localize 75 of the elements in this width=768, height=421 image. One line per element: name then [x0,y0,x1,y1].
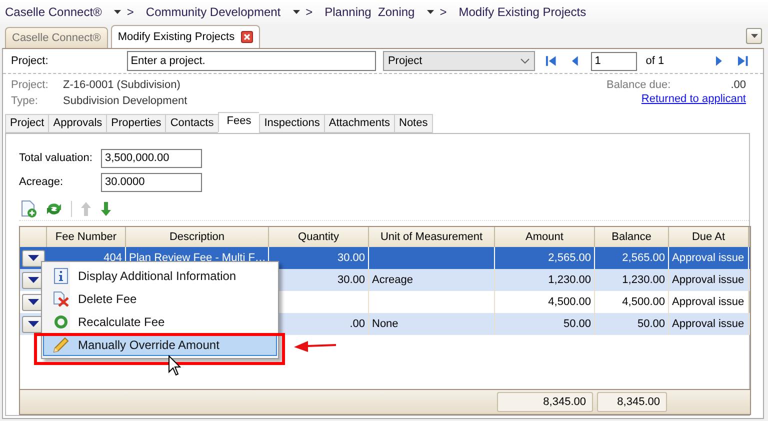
refresh-icon [54,314,68,328]
balance-due-label: Balance due: [606,79,671,92]
breadcrumb-link[interactable]: Caselle Connect® [5,5,102,19]
column-header[interactable]: Balance [595,227,669,248]
table-cell: Approval issue [669,313,749,335]
search-type-dropdown[interactable]: Project [382,51,536,72]
page-number-field[interactable]: 1 [590,52,637,71]
down-arrow-icon[interactable] [100,201,112,217]
project-label: Project: [11,55,50,68]
field-label: Total valuation: [19,152,94,164]
detail-tab[interactable]: Inspections [259,114,324,133]
annotation-arrow [294,340,336,354]
refresh-icon[interactable] [45,201,63,217]
column-header[interactable]: Amount [495,227,595,248]
previous-page-icon[interactable] [570,55,579,68]
caret-icon[interactable] [114,10,121,14]
breadcrumb-link[interactable]: Modify Existing Projects [458,5,586,19]
table-cell: Approval issue [669,269,749,291]
input-field[interactable]: 30.0000 [101,172,202,192]
breadcrumb-link[interactable]: Planning Zoning [324,5,415,19]
caret-icon [28,255,39,261]
project-label: Project: [11,79,50,92]
detail-tab[interactable]: Properties [106,114,166,133]
first-page-icon[interactable] [545,55,557,68]
type-label: Type: [11,95,39,108]
detail-tab[interactable]: Attachments [324,114,394,133]
breadcrumb-separator: > [440,5,447,19]
project-search-field[interactable]: Enter a project. [126,51,376,72]
info-icon [54,268,68,284]
breadcrumb-separator: > [306,5,313,19]
detail-tab[interactable]: Notes [394,114,433,133]
page-count: of 1 [646,55,666,68]
table-cell: 1,230.00 [495,269,595,291]
caret-icon [28,321,39,327]
breadcrumb-link[interactable]: Community Development [146,5,281,19]
column-header[interactable]: Fee Number [47,227,126,248]
next-page-icon[interactable] [715,55,724,68]
caret-icon [750,34,758,38]
detail-tab[interactable]: Project [5,114,48,133]
table-cell: 50.00 [495,313,595,335]
total-cell: 8,345.00 [497,392,593,412]
input-field[interactable]: 3,500,000.00 [101,148,202,168]
status-link[interactable]: Returned to applicant [641,93,746,106]
last-page-icon[interactable] [737,55,749,68]
new-document-icon[interactable] [21,200,37,218]
table-cell: None [369,313,495,335]
breadcrumb-separator: > [126,5,134,19]
caret-icon[interactable] [426,10,434,14]
column-header[interactable]: Due At [669,227,749,248]
project-value: Z-16-0001 (Subdivision) [63,79,180,92]
tab-list-button[interactable] [746,28,762,44]
document-tab[interactable]: Caselle Connect® [5,27,108,48]
pencil-icon [53,336,69,352]
table-cell: Acreage [369,269,495,291]
balance-due-value: .00 [730,79,746,92]
close-icon[interactable] [240,31,253,43]
caret-icon[interactable] [292,10,300,14]
detail-tab[interactable]: Fees [218,112,260,132]
column-header[interactable]: Unit of Measurement [369,227,495,248]
field-label: Acreage: [19,176,64,188]
detail-tab[interactable]: Contacts [165,114,218,133]
delete-document-icon [53,290,69,306]
table-cell: 1,230.00 [595,269,669,291]
row-menu-button[interactable] [22,250,45,266]
column-header[interactable]: Quantity [269,227,369,248]
header-corner-cell [20,227,47,248]
type-value: Subdivision Development [63,95,188,108]
total-cell: 8,345.00 [597,392,667,412]
column-header[interactable]: Description [126,227,269,248]
caret-icon [28,299,39,305]
caret-icon [28,277,39,283]
chevron-down-icon [520,58,530,64]
table-cell: 50.00 [595,313,669,335]
document-tab[interactable]: Modify Existing Projects [110,25,260,48]
detail-tab[interactable]: Approvals [48,114,106,133]
